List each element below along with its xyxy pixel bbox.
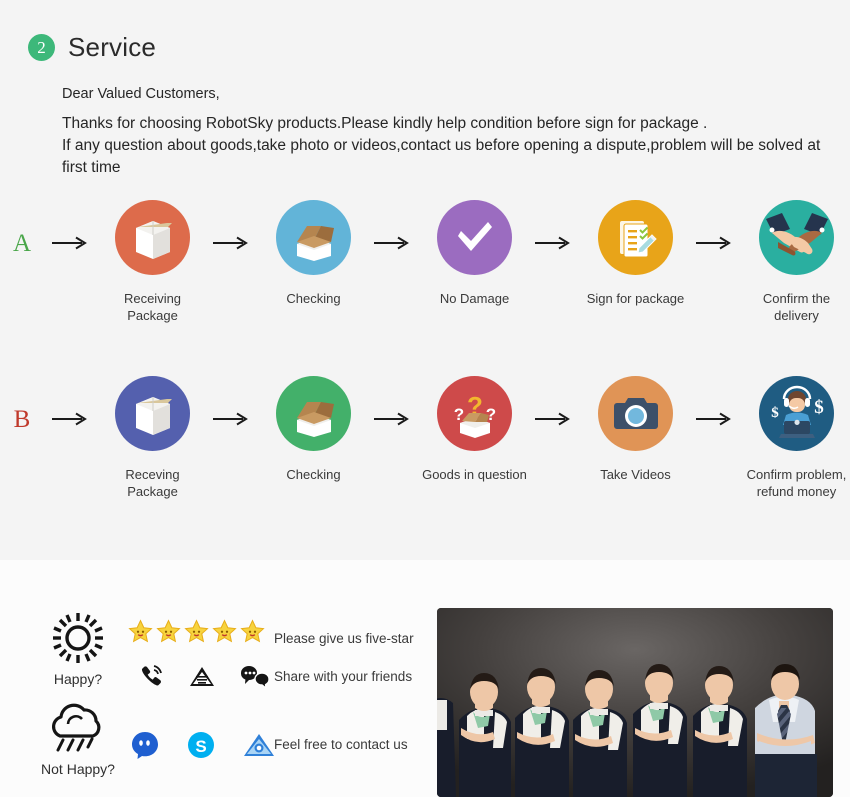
signature-document-icon [598, 200, 673, 275]
open-box-icon [276, 376, 351, 451]
arrow-icon [527, 376, 583, 426]
arrow-icon [205, 376, 261, 426]
mood-label: Not Happy? [41, 761, 115, 777]
flow-step-label: No Damage [439, 291, 510, 306]
open-box-icon [276, 200, 351, 275]
handshake-icon [759, 200, 834, 275]
intro-body-text: Thanks for choosing RobotSky products.Pl… [62, 115, 821, 176]
camera-icon [598, 376, 673, 451]
flow-step-label: Checking [286, 467, 341, 482]
service-section: 2 Service Dear Valued Customers, Thanks … [0, 0, 850, 560]
intro-text-block: Dear Valued Customers, Thanks for choosi… [62, 86, 842, 179]
support-agent-money-icon: $ $ [759, 376, 834, 451]
arrow-icon [527, 200, 583, 250]
flow-letter-a: A [12, 230, 32, 257]
flow-step-label: Take Videos [600, 467, 671, 482]
flow-step: Receiving Package [100, 200, 205, 324]
flow-step-label: Checking [286, 291, 341, 306]
flow-step: $ $ Confirm problem, refund money [744, 376, 849, 500]
share-message: Share with your friends [274, 669, 413, 684]
email-envelope-icon[interactable] [242, 731, 276, 759]
customer-service-team-photo [437, 608, 833, 797]
arrow-icon [688, 376, 744, 426]
section-number-badge: 2 [28, 34, 55, 61]
star-rating[interactable] [128, 619, 265, 644]
contact-channels-row [138, 663, 270, 689]
mood-label: Happy? [53, 671, 103, 687]
arrow-icon [688, 200, 744, 250]
flow-step-label: Receiving Package [123, 291, 182, 323]
star-smiley-icon [156, 619, 181, 643]
flow-step-label: Receving Package [125, 467, 180, 499]
sealed-box-icon [115, 376, 190, 451]
star-smiley-icon [240, 619, 265, 643]
sealed-box-icon [115, 200, 190, 275]
envelope-icon[interactable] [188, 664, 216, 688]
star-smiley-icon [184, 619, 209, 643]
svg-text:?: ? [453, 405, 463, 424]
phone-ringing-icon[interactable] [138, 663, 164, 689]
arrow-icon [366, 200, 422, 250]
flow-step: ? ? ? Goods in question [422, 376, 527, 483]
arrow-icon [44, 200, 100, 250]
flow-step-label: Confirm problem, refund money [746, 467, 847, 499]
five-star-message: Please give us five-star [274, 631, 414, 646]
flow-step-label: Goods in question [422, 467, 527, 482]
messaging-apps-row: S [130, 730, 276, 760]
flow-step: Checking [261, 376, 366, 483]
svg-text:?: ? [485, 405, 495, 424]
checkmark-icon [437, 200, 512, 275]
flow-step-label: Sign for package [586, 291, 685, 306]
svg-text:$: $ [771, 405, 779, 421]
flow-row-b: B Receving Package Checking ? ? ? Goods … [0, 376, 850, 500]
chat-bubbles-icon[interactable] [240, 664, 270, 688]
star-smiley-icon [212, 619, 237, 643]
flow-step: Sign for package [583, 200, 688, 307]
contact-message: Feel free to contact us [274, 737, 408, 752]
mood-happy: Happy? [28, 612, 128, 687]
messenger-icon[interactable] [130, 730, 160, 760]
arrow-icon [205, 200, 261, 250]
page-title: Service [68, 32, 157, 62]
arrow-icon [44, 376, 100, 426]
flow-step: Confirm the delivery [744, 200, 849, 324]
star-smiley-icon [128, 619, 153, 643]
arrow-icon [366, 376, 422, 426]
flow-step: Take Videos [583, 376, 688, 483]
skype-icon[interactable]: S [186, 730, 216, 760]
svg-text:$: $ [814, 397, 824, 418]
flow-letter-b: B [13, 406, 31, 433]
greeting-line: Dear Valued Customers, [62, 86, 220, 102]
service-header: 2 Service [28, 32, 156, 63]
flow-step-label: Confirm the delivery [762, 291, 831, 323]
flow-row-a: A Receiving Package Checking No Damage S… [0, 200, 850, 324]
question-box-icon: ? ? ? [437, 376, 512, 451]
flow-step: Checking [261, 200, 366, 307]
svg-text:S: S [195, 737, 206, 756]
service-page: 2 Service Dear Valued Customers, Thanks … [0, 0, 850, 797]
sun-icon [53, 613, 103, 663]
mood-not-happy: Not Happy? [28, 702, 128, 777]
rain-cloud-icon [51, 703, 101, 752]
flow-step: No Damage [422, 200, 527, 307]
flow-step: Receving Package [100, 376, 205, 500]
